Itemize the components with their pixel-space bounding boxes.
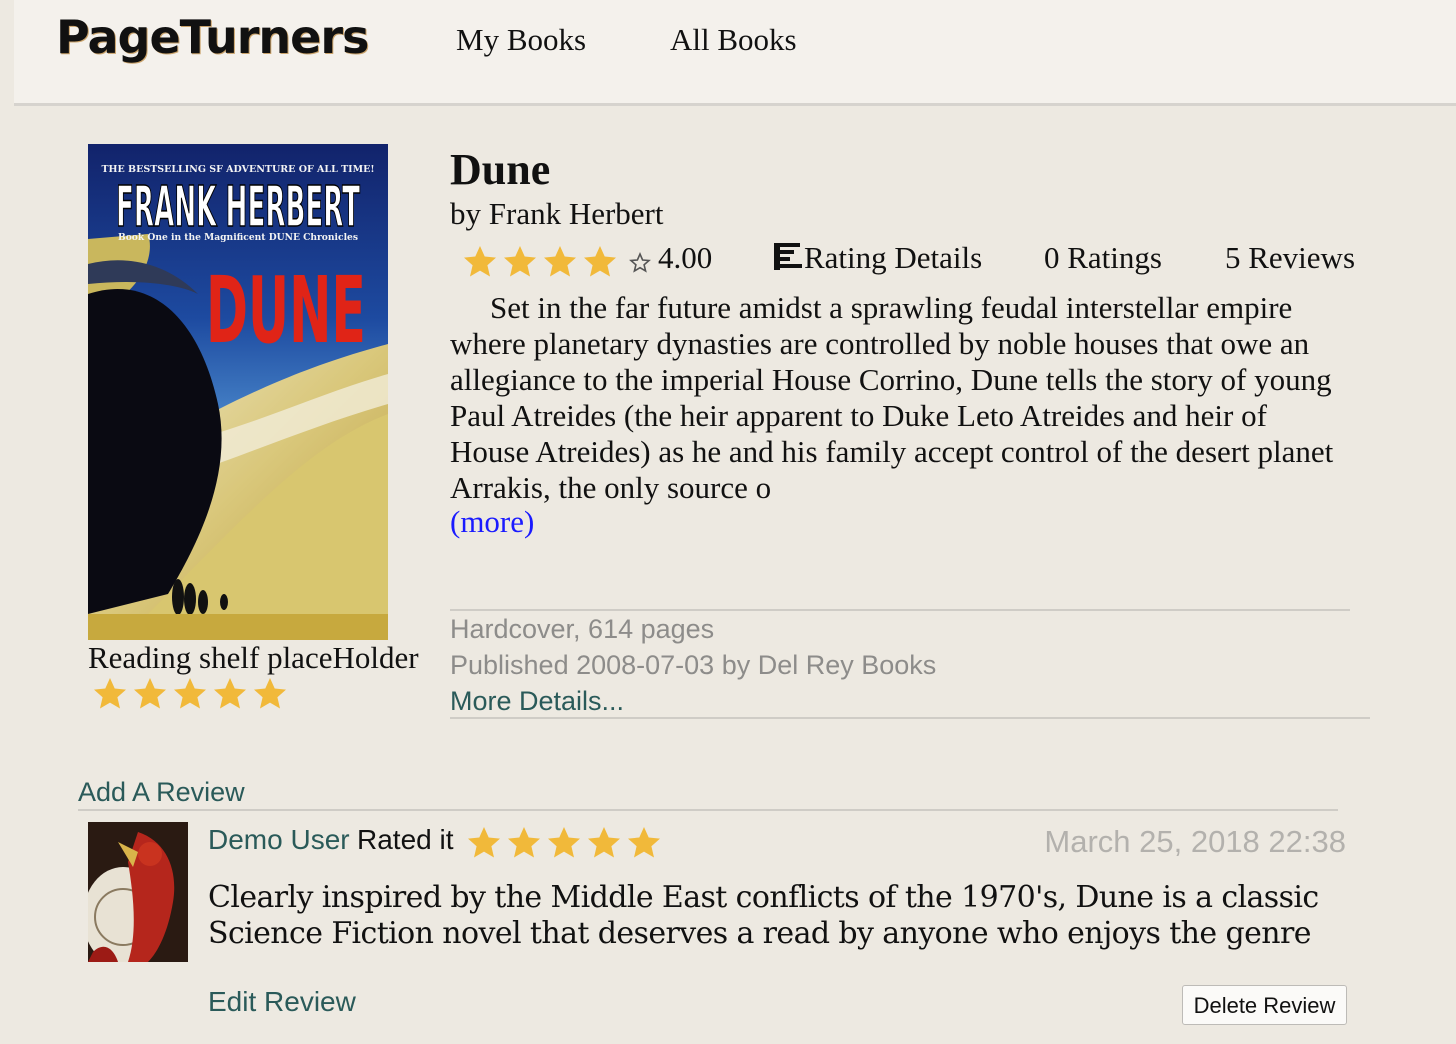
star-icon: [508, 827, 540, 858]
star-icon[interactable]: [210, 674, 250, 714]
star-icon[interactable]: [170, 674, 210, 714]
book-format: Hardcover, 614 pages: [450, 614, 715, 644]
star-icon: [464, 246, 496, 277]
bar-chart-icon: [774, 243, 802, 270]
star-icon: [628, 827, 660, 858]
rating-details-link[interactable]: Rating Details: [772, 240, 982, 276]
star-outline-icon: [629, 251, 651, 273]
add-review-link[interactable]: Add A Review: [78, 777, 245, 808]
star-icon: [584, 246, 616, 277]
reviewer-avatar: [88, 822, 188, 962]
site-logo[interactable]: PageTurners: [56, 10, 369, 64]
more-description-link[interactable]: (more): [450, 504, 534, 540]
star-icon[interactable]: [130, 674, 170, 714]
star-icon: [544, 246, 576, 277]
review-rating-stars: [464, 823, 664, 863]
top-nav-bar: PageTurners My Books All Books: [14, 0, 1456, 106]
book-cover-image: THE BESTSELLING SF ADVENTURE OF ALL TIME…: [88, 144, 388, 640]
book-author: by Frank Herbert: [450, 196, 664, 231]
delete-review-button[interactable]: Delete Review: [1182, 985, 1347, 1025]
star-icon[interactable]: [250, 674, 290, 714]
book-published: Published 2008-07-03 by Del Rey Books: [450, 650, 937, 680]
reviews-count: 5 Reviews: [1225, 240, 1356, 275]
average-rating-value: 4.00: [658, 240, 713, 275]
star-icon: [468, 827, 500, 858]
rating-details-label: Rating Details: [804, 240, 983, 275]
cover-author: FRANK HERBERT: [116, 175, 360, 240]
reviewer-name[interactable]: Demo User: [208, 824, 350, 856]
star-icon: [548, 827, 580, 858]
star-icon: [588, 827, 620, 858]
reading-shelf-label[interactable]: Reading shelf placeHolder: [88, 640, 419, 676]
star-icon: [504, 246, 536, 277]
nav-my-books[interactable]: My Books: [456, 22, 586, 58]
ratings-count: 0 Ratings: [1044, 240, 1162, 275]
cover-subtitle: Book One in the Magnificent DUNE Chronic…: [118, 232, 358, 243]
review-date: March 25, 2018 22:38: [1044, 824, 1346, 859]
star-icon[interactable]: [90, 674, 130, 714]
cover-tagline: THE BESTSELLING SF ADVENTURE OF ALL TIME…: [101, 164, 374, 175]
user-rating-stars[interactable]: [90, 674, 290, 714]
rated-it-label: Rated it: [357, 824, 454, 855]
edit-review-link[interactable]: Edit Review: [208, 986, 356, 1018]
book-description: Set in the far future amidst a sprawling…: [450, 290, 1334, 505]
divider: [450, 717, 1370, 719]
divider: [78, 809, 1338, 811]
cover-title: DUNE: [206, 257, 366, 364]
nav-all-books[interactable]: All Books: [670, 22, 797, 58]
divider: [450, 609, 1350, 611]
average-rating-stars: [460, 242, 660, 282]
book-title: Dune: [450, 145, 551, 194]
review-text: Clearly inspired by the Middle East conf…: [208, 880, 1319, 951]
more-details-link[interactable]: More Details...: [450, 686, 624, 717]
